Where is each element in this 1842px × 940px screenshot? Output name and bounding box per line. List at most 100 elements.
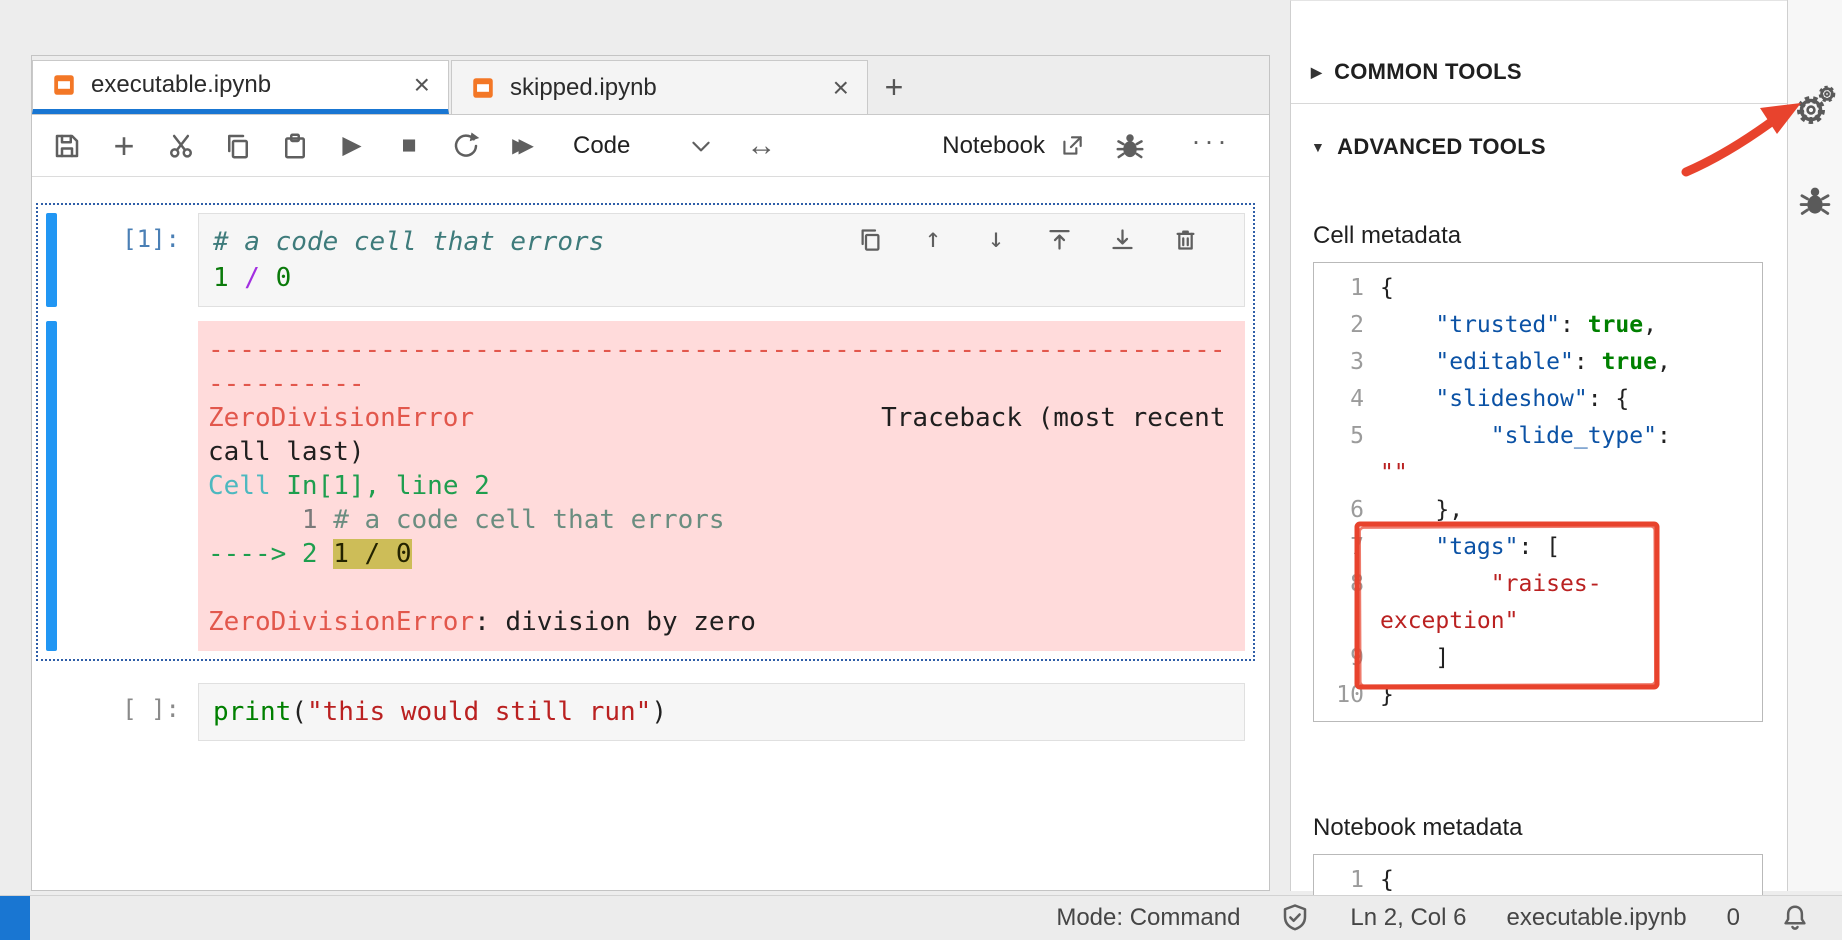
json-punct: } <box>1380 682 1394 708</box>
bell-icon[interactable] <box>1780 903 1810 933</box>
line-number: 1 <box>1314 270 1364 307</box>
error-output: ----------------------------------------… <box>198 321 1245 651</box>
new-launcher-button[interactable]: + <box>868 60 920 114</box>
error-highlight: 1 / 0 <box>333 539 411 569</box>
editor-line: 1{ <box>1314 270 1762 307</box>
cell-input-row: [1]: # a code cell that errors 1 / 0 ↑ ↓ <box>46 213 1245 307</box>
error-name: ZeroDivisionError <box>208 607 474 637</box>
error-message: : division by zero <box>474 607 756 637</box>
section-title: ADVANCED TOOLS <box>1337 134 1546 160</box>
close-icon[interactable]: × <box>414 71 430 99</box>
notebook-content: [1]: # a code cell that errors 1 / 0 ↑ ↓ <box>32 177 1269 890</box>
editor-line: 2 "trusted": true, <box>1314 307 1762 344</box>
json-punct: [ <box>1546 534 1560 560</box>
cell-type-value: Code <box>573 132 630 160</box>
interrupt-kernel-icon[interactable]: ■ <box>388 125 430 167</box>
duplicate-cell-icon[interactable] <box>855 224 885 254</box>
insert-cell-below-icon[interactable] <box>1107 224 1137 254</box>
string-token: "this would still run" <box>307 697 651 727</box>
traceback-text: ----------------------------------------… <box>208 333 1235 639</box>
operator-token: / <box>229 263 276 293</box>
json-punct: }, <box>1380 497 1463 523</box>
insert-cell-above-icon[interactable] <box>1044 224 1074 254</box>
paste-cells-icon[interactable] <box>274 125 316 167</box>
json-string: "raises-exception" <box>1380 571 1602 634</box>
json-punct: { <box>1380 867 1394 893</box>
save-icon[interactable] <box>46 125 88 167</box>
status-items: Mode: Command Ln 2, Col 6 executable.ipy… <box>1056 903 1842 933</box>
editor-line: 10} <box>1314 677 1762 714</box>
cell-metadata-label: Cell metadata <box>1313 222 1787 250</box>
kernel-switcher[interactable]: Notebook <box>942 132 1085 160</box>
traceback-spacer <box>474 403 881 433</box>
status-bar: Mode: Command Ln 2, Col 6 executable.ipy… <box>0 895 1842 940</box>
close-icon[interactable]: × <box>833 74 849 102</box>
run-all-cells-icon[interactable]: ▶▶ <box>502 125 544 167</box>
json-punct: , <box>1643 312 1657 338</box>
line-number: 7 <box>1314 529 1364 566</box>
trust-shield-icon <box>1280 903 1310 933</box>
function-token: print <box>213 697 291 727</box>
context-comment: # a code cell that errors <box>333 505 724 535</box>
traceback-location: In[1], line 2 <box>286 471 490 501</box>
code-cell-1[interactable]: [1]: # a code cell that errors 1 / 0 ↑ ↓ <box>36 203 1255 661</box>
cell-input-row: [ ]: print("this would still run") <box>46 683 1245 741</box>
run-cell-icon[interactable]: ▶ <box>331 125 373 167</box>
json-punct: : <box>1574 349 1602 375</box>
line-number: 10 <box>1314 677 1364 714</box>
input-collapser[interactable] <box>46 213 57 307</box>
json-string: "" <box>1380 460 1408 486</box>
cell-type-dropdown[interactable]: Code <box>573 132 714 160</box>
kernel-name: Notebook <box>942 132 1045 160</box>
json-punct: { <box>1380 275 1394 301</box>
json-key: "editable" <box>1380 349 1574 375</box>
right-activity-bar <box>1787 0 1842 891</box>
line-number: 5 <box>1314 418 1364 492</box>
input-collapser[interactable] <box>46 683 57 741</box>
status-accent-square <box>0 896 30 940</box>
editor-line: 4 "slideshow": { <box>1314 381 1762 418</box>
move-cell-down-icon[interactable]: ↓ <box>981 224 1011 254</box>
output-prompt <box>57 321 198 651</box>
cut-cells-icon[interactable] <box>160 125 202 167</box>
line-number: 3 <box>1314 344 1364 381</box>
editor-line: 7 "tags": [ <box>1314 529 1762 566</box>
json-key: "slideshow" <box>1380 386 1588 412</box>
code-cell-2[interactable]: [ ]: print("this would still run") <box>36 673 1255 751</box>
property-inspector-gears-icon[interactable] <box>1793 84 1837 128</box>
tab-label: skipped.ipynb <box>510 74 819 102</box>
command-mode-indicator[interactable]: Mode: Command <box>1056 904 1240 932</box>
json-punct: : <box>1657 423 1685 449</box>
code-input-editor[interactable]: # a code cell that errors 1 / 0 ↑ ↓ <box>198 213 1245 307</box>
cell-toolbar: ↑ ↓ <box>855 224 1200 254</box>
common-tools-section-header[interactable]: ▶ COMMON TOOLS <box>1291 1 1787 104</box>
insert-cell-icon[interactable]: + <box>103 125 145 167</box>
notification-count[interactable]: 0 <box>1727 904 1740 932</box>
tab-skipped-ipynb[interactable]: skipped.ipynb × <box>451 60 868 114</box>
expand-horizontal-icon[interactable]: ↔ <box>740 125 782 167</box>
line-number: 2 <box>1314 307 1364 344</box>
caret-right-icon: ▶ <box>1311 64 1322 81</box>
output-collapser[interactable] <box>46 321 57 651</box>
advanced-tools-section-header[interactable]: ▼ ADVANCED TOOLS <box>1291 104 1787 160</box>
delete-cell-icon[interactable] <box>1170 224 1200 254</box>
code-input-editor[interactable]: print("this would still run") <box>198 683 1245 741</box>
more-commands-icon[interactable]: ··· <box>1190 125 1232 167</box>
tab-executable-ipynb[interactable]: executable.ipynb × <box>32 60 449 114</box>
copy-cells-icon[interactable] <box>217 125 259 167</box>
context-line-number: 1 <box>208 505 333 535</box>
debugger-bug-icon[interactable] <box>1109 125 1151 167</box>
cell-metadata-editor[interactable]: 1{ 2 "trusted": true, 3 "editable": true… <box>1313 262 1763 722</box>
json-key: "slide_type" <box>1380 423 1657 449</box>
code-line: 1 / 0 <box>213 260 1230 296</box>
tab-bar: executable.ipynb × skipped.ipynb × + <box>32 56 1269 115</box>
json-punct: { <box>1615 386 1629 412</box>
notebook-toolbar: + ▶ ■ ▶▶ Code ↔ Notebook ·· <box>32 115 1269 177</box>
json-bool: true <box>1602 349 1657 375</box>
chevron-down-icon <box>688 133 714 159</box>
debugger-bug-icon[interactable] <box>1798 184 1832 218</box>
number-token: 1 <box>213 263 229 293</box>
restart-kernel-icon[interactable] <box>445 125 487 167</box>
cursor-position-indicator[interactable]: Ln 2, Col 6 <box>1350 904 1466 932</box>
move-cell-up-icon[interactable]: ↑ <box>918 224 948 254</box>
